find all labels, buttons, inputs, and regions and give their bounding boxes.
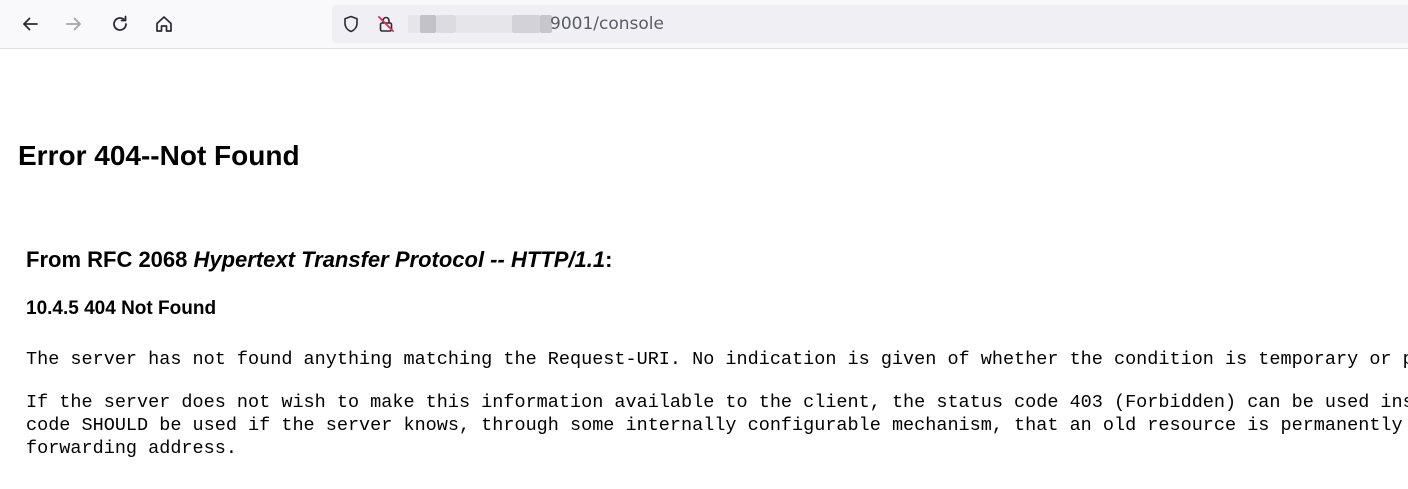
url-text[interactable]: 9001/console <box>550 14 664 34</box>
shield-icon[interactable] <box>341 14 361 34</box>
reload-button[interactable] <box>104 8 136 40</box>
paragraph-line: If the server does not wish to make this… <box>26 392 1408 413</box>
paragraph-line: forwarding address. <box>26 438 237 459</box>
rfc-section: From RFC 2068 Hypertext Transfer Protoco… <box>26 244 1408 459</box>
paragraph-line: code SHOULD be used if the server knows,… <box>26 415 1403 436</box>
page-content: Error 404--Not Found From RFC 2068 Hyper… <box>0 50 1408 489</box>
insecure-lock-icon[interactable] <box>376 14 396 34</box>
home-button[interactable] <box>148 8 180 40</box>
url-redaction <box>456 15 512 33</box>
section-heading: 10.4.5 404 Not Found <box>26 298 217 319</box>
paragraph-forbidden: If the server does not wish to make this… <box>26 391 1408 460</box>
reload-icon <box>110 14 130 34</box>
rfc-heading: From RFC 2068 Hypertext Transfer Protoco… <box>26 244 1408 276</box>
paragraph-not-found: The server has not found anything matchi… <box>26 349 1408 370</box>
forward-button[interactable] <box>58 8 90 40</box>
browser-toolbar: 9001/console <box>0 0 1408 49</box>
error-title: Error 404--Not Found <box>18 140 300 171</box>
back-arrow-icon <box>20 14 40 34</box>
url-redaction <box>436 15 456 33</box>
url-bar[interactable]: 9001/console <box>332 5 1408 43</box>
rfc-prefix: From RFC 2068 <box>26 247 194 272</box>
home-icon <box>154 14 174 34</box>
forward-arrow-icon <box>64 14 84 34</box>
rfc-suffix: : <box>605 247 613 272</box>
url-redaction <box>512 15 540 33</box>
rfc-title: Hypertext Transfer Protocol -- HTTP/1.1 <box>193 247 606 272</box>
back-button[interactable] <box>14 8 46 40</box>
url-redaction <box>408 15 420 33</box>
url-redaction <box>420 15 436 33</box>
